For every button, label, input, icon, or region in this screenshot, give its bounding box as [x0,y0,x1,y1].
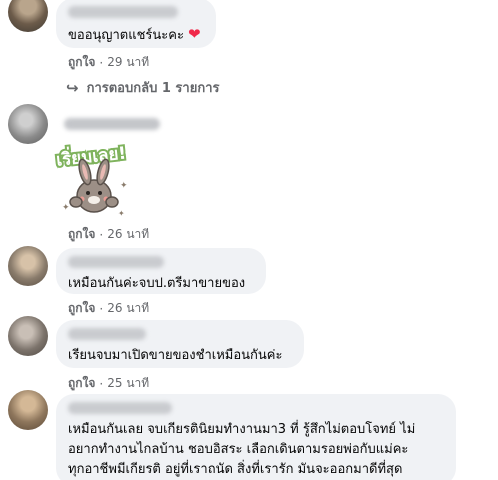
reply-arrow-icon: ↪ [66,78,79,97]
comment-bubble: เหมือนกันค่ะจบป.ตรีมาขายของ [56,248,266,294]
comment-text: ขออนุญาตแชร์นะคะ ❤ [68,25,201,43]
separator-dot: · [99,227,104,242]
commenter-avatar[interactable] [8,246,48,286]
commenter-name-redacted[interactable] [68,328,146,340]
like-link[interactable]: ถูกใจ [68,53,95,72]
commenter-name-redacted[interactable] [64,118,160,130]
comment-meta: ถูกใจ · 29 นาที [68,53,149,72]
timestamp[interactable]: 29 นาที [107,53,149,72]
like-link[interactable]: ถูกใจ [68,225,95,244]
timestamp[interactable]: 26 นาที [107,225,149,244]
comment-text-line: อยากทำงานไกลบ้าน ชอบอิสระ เลือกเดินตามรอ… [68,442,409,457]
comment-bubble: เหมือนกันเลย จบเกียรตินิยมทำงานมา3 ที่ ร… [56,394,456,480]
comment-bubble: เรียนจบมาเปิดขายของชำเหมือนกันค่ะ [56,320,304,368]
commenter-avatar[interactable] [8,104,48,144]
sticker-text: เริ่ยมเลย! [55,140,127,170]
commenter-name-redacted[interactable] [68,6,178,18]
heart-emoji-icon: ❤ [187,25,201,43]
like-link[interactable]: ถูกใจ [68,299,95,318]
timestamp[interactable]: 26 นาที [107,299,149,318]
separator-dot: · [99,301,104,316]
comment-meta: ถูกใจ · 26 นาที [68,299,149,318]
svg-text:✦: ✦ [62,203,70,213]
svg-text:✦: ✦ [120,181,128,191]
comment-text-line: เหมือนกันเลย จบเกียรตินิยมทำงานมา3 ที่ ร… [68,422,416,437]
comment-text-line: ทุกอาชีพมีเกียรติ อยู่ที่เราถนัด สิ่งที่… [68,462,403,477]
commenter-name-redacted[interactable] [68,402,172,414]
separator-dot: · [99,55,104,70]
comment-meta: ถูกใจ · 25 นาที [68,374,149,393]
svg-text:✦: ✦ [118,209,125,218]
view-replies-link[interactable]: ↪ การตอบกลับ 1 รายการ [66,77,219,98]
comment-text: เรียนจบมาเปิดขายของชำเหมือนกันค่ะ [68,348,283,363]
comment-bubble: ขออนุญาตแชร์นะคะ ❤ [56,0,216,48]
commenter-avatar[interactable] [8,316,48,356]
separator-dot: · [99,376,104,391]
timestamp[interactable]: 25 นาที [107,374,149,393]
like-link[interactable]: ถูกใจ [68,374,95,393]
comment-meta: ถูกใจ · 26 นาที [68,225,149,244]
commenter-avatar[interactable] [8,390,48,430]
commenter-avatar[interactable] [8,0,48,32]
comment-text: เหมือนกันค่ะจบป.ตรีมาขายของ [68,276,246,291]
commenter-name-redacted[interactable] [68,256,164,268]
replies-count-label: การตอบกลับ 1 รายการ [86,81,220,96]
sticker-image: เริ่ยมเลย! ✦ ✦ ✦ [53,140,129,218]
